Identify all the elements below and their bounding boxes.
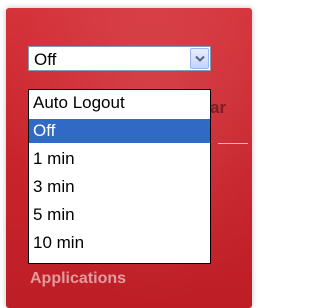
dropdown-arrow-button[interactable] bbox=[190, 48, 209, 69]
option-1-min[interactable]: 1 min bbox=[29, 147, 210, 171]
background-partial-label: ar bbox=[210, 98, 227, 117]
auto-logout-select[interactable]: Off bbox=[28, 46, 211, 71]
auto-logout-selected-value: Off bbox=[34, 50, 57, 69]
option-5-min[interactable]: 5 min bbox=[29, 203, 210, 227]
option-10-min[interactable]: 10 min bbox=[29, 231, 210, 255]
background-divider bbox=[218, 143, 248, 144]
auto-logout-options-list[interactable]: Auto Logout Off 1 min 3 min 5 min 10 min bbox=[28, 89, 211, 264]
option-auto-logout[interactable]: Auto Logout bbox=[29, 91, 210, 115]
option-off[interactable]: Off bbox=[29, 119, 210, 143]
chevron-down-icon bbox=[195, 55, 205, 62]
background-section-label: Applications bbox=[30, 270, 127, 287]
option-3-min[interactable]: 3 min bbox=[29, 175, 210, 199]
